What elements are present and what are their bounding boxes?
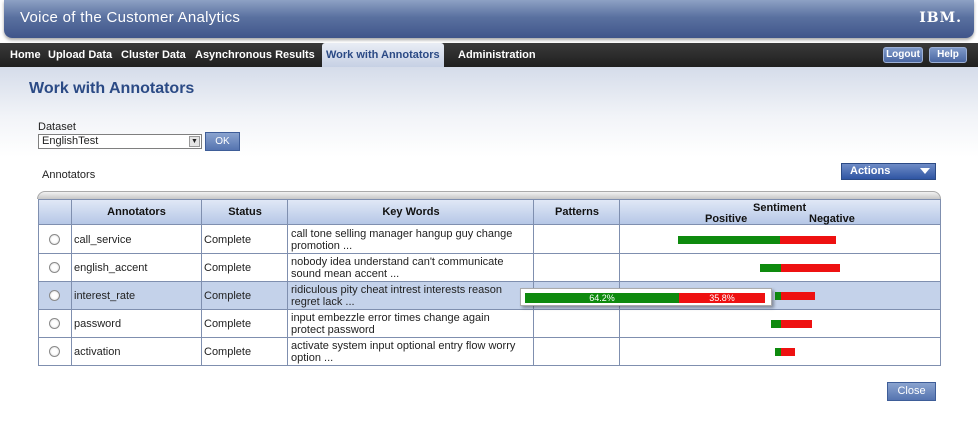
- logout-button[interactable]: Logout: [883, 47, 923, 63]
- annotator-patterns: [534, 310, 620, 338]
- nav-cluster-data[interactable]: Cluster Data: [121, 43, 186, 67]
- table-header: Annotators Status Key Words Patterns Sen…: [39, 200, 940, 225]
- app-title-bar: Voice of the Customer Analytics IBM.: [4, 0, 974, 38]
- table-row[interactable]: activation Complete activate system inpu…: [39, 338, 940, 366]
- header-keywords[interactable]: Key Words: [288, 200, 534, 225]
- content-area: Work with Annotators Dataset EnglishTest…: [0, 67, 978, 423]
- annotator-keywords: nobody idea understand can't communicate…: [288, 254, 534, 282]
- annotator-patterns: [534, 226, 620, 254]
- sentiment-tooltip: 64.2% 35.8%: [520, 288, 772, 306]
- row-radio[interactable]: [49, 234, 60, 245]
- nav-administration[interactable]: Administration: [458, 43, 536, 67]
- nav-work-with-annotators[interactable]: Work with Annotators: [322, 43, 444, 67]
- annotators-section-label: Annotators: [42, 169, 96, 181]
- column-divider: [533, 200, 534, 365]
- chevron-down-icon[interactable]: ▼: [189, 136, 200, 147]
- help-button[interactable]: Help: [929, 47, 967, 63]
- keywords-line: activate system input optional entry flo…: [291, 340, 516, 352]
- ibm-logo: IBM.: [919, 10, 962, 26]
- negative-sentiment-bar[interactable]: [781, 348, 795, 356]
- negative-sentiment-bar[interactable]: [781, 264, 840, 272]
- actions-button[interactable]: Actions: [841, 163, 936, 180]
- keywords-line: call tone selling manager hangup guy cha…: [291, 228, 513, 240]
- annotator-name: english_accent: [74, 262, 148, 274]
- page-title: Work with Annotators: [29, 80, 195, 97]
- annotator-name: call_service: [74, 234, 132, 246]
- positive-sentiment-bar[interactable]: [760, 264, 781, 272]
- table-row[interactable]: call_service Complete call tone selling …: [39, 226, 940, 254]
- nav-home[interactable]: Home: [10, 43, 41, 67]
- keywords-line: input embezzle error times change again: [291, 312, 490, 324]
- keywords-line: nobody idea understand can't communicate: [291, 256, 504, 268]
- tooltip-negative-segment: 35.8%: [679, 293, 765, 303]
- dataset-select[interactable]: EnglishTest ▼: [38, 134, 202, 149]
- negative-sentiment-bar[interactable]: [780, 236, 836, 244]
- annotator-status: Complete: [204, 290, 252, 302]
- nav-asynchronous-results[interactable]: Asynchronous Results: [195, 43, 315, 67]
- keywords-line: promotion ...: [291, 240, 353, 252]
- annotator-status: Complete: [204, 262, 252, 274]
- dataset-selected-value: EnglishTest: [42, 135, 99, 147]
- tooltip-positive-segment: 64.2%: [525, 293, 679, 303]
- column-divider: [287, 200, 288, 365]
- column-divider: [619, 200, 620, 365]
- annotator-keywords: activate system input optional entry flo…: [288, 338, 534, 366]
- header-annotators[interactable]: Annotators: [71, 200, 202, 225]
- annotator-patterns: [534, 254, 620, 282]
- annotator-keywords: call tone selling manager hangup guy cha…: [288, 226, 534, 254]
- keywords-line: option ...: [291, 352, 334, 364]
- table-row[interactable]: interest_rate Complete ridiculous pity c…: [39, 282, 940, 310]
- annotator-name: interest_rate: [74, 290, 136, 302]
- row-radio[interactable]: [49, 318, 60, 329]
- header-sentiment: Sentiment: [753, 202, 807, 214]
- column-divider: [71, 200, 72, 365]
- annotators-table: Annotators Status Key Words Patterns Sen…: [38, 199, 941, 366]
- annotator-keywords: ridiculous pity cheat intrest interests …: [288, 282, 534, 310]
- row-radio[interactable]: [49, 346, 60, 357]
- ok-button[interactable]: OK: [205, 132, 240, 151]
- table-row[interactable]: english_accent Complete nobody idea unde…: [39, 254, 940, 282]
- header-status[interactable]: Status: [202, 200, 288, 225]
- table-row[interactable]: password Complete input embezzle error t…: [39, 310, 940, 338]
- dropdown-arrow-icon: [920, 168, 930, 174]
- negative-sentiment-bar[interactable]: [781, 292, 815, 300]
- close-button[interactable]: Close: [887, 382, 936, 401]
- row-radio[interactable]: [49, 290, 60, 301]
- positive-sentiment-bar[interactable]: [771, 320, 781, 328]
- keywords-line: protect password: [291, 324, 375, 336]
- annotator-status: Complete: [204, 346, 252, 358]
- keywords-line: ridiculous pity cheat intrest interests …: [291, 284, 502, 296]
- annotator-status: Complete: [204, 318, 252, 330]
- annotator-patterns: [534, 338, 620, 366]
- row-radio[interactable]: [49, 262, 60, 273]
- dataset-label: Dataset: [38, 121, 76, 133]
- table-top-cap: [37, 191, 941, 199]
- annotator-name: password: [74, 318, 122, 330]
- annotator-name: activation: [74, 346, 121, 358]
- positive-sentiment-bar[interactable]: [678, 236, 780, 244]
- negative-sentiment-bar[interactable]: [781, 320, 812, 328]
- nav-upload-data[interactable]: Upload Data: [48, 43, 112, 67]
- keywords-line: sound mean accent ...: [291, 268, 400, 280]
- annotator-status: Complete: [204, 234, 252, 246]
- app-title: Voice of the Customer Analytics: [20, 9, 241, 26]
- main-nav: Home Upload Data Cluster Data Asynchrono…: [0, 43, 978, 67]
- actions-label: Actions: [850, 165, 891, 177]
- annotator-keywords: input embezzle error times change again …: [288, 310, 534, 338]
- header-patterns[interactable]: Patterns: [534, 200, 620, 225]
- keywords-line: regret lack ...: [291, 296, 355, 308]
- column-divider: [201, 200, 202, 365]
